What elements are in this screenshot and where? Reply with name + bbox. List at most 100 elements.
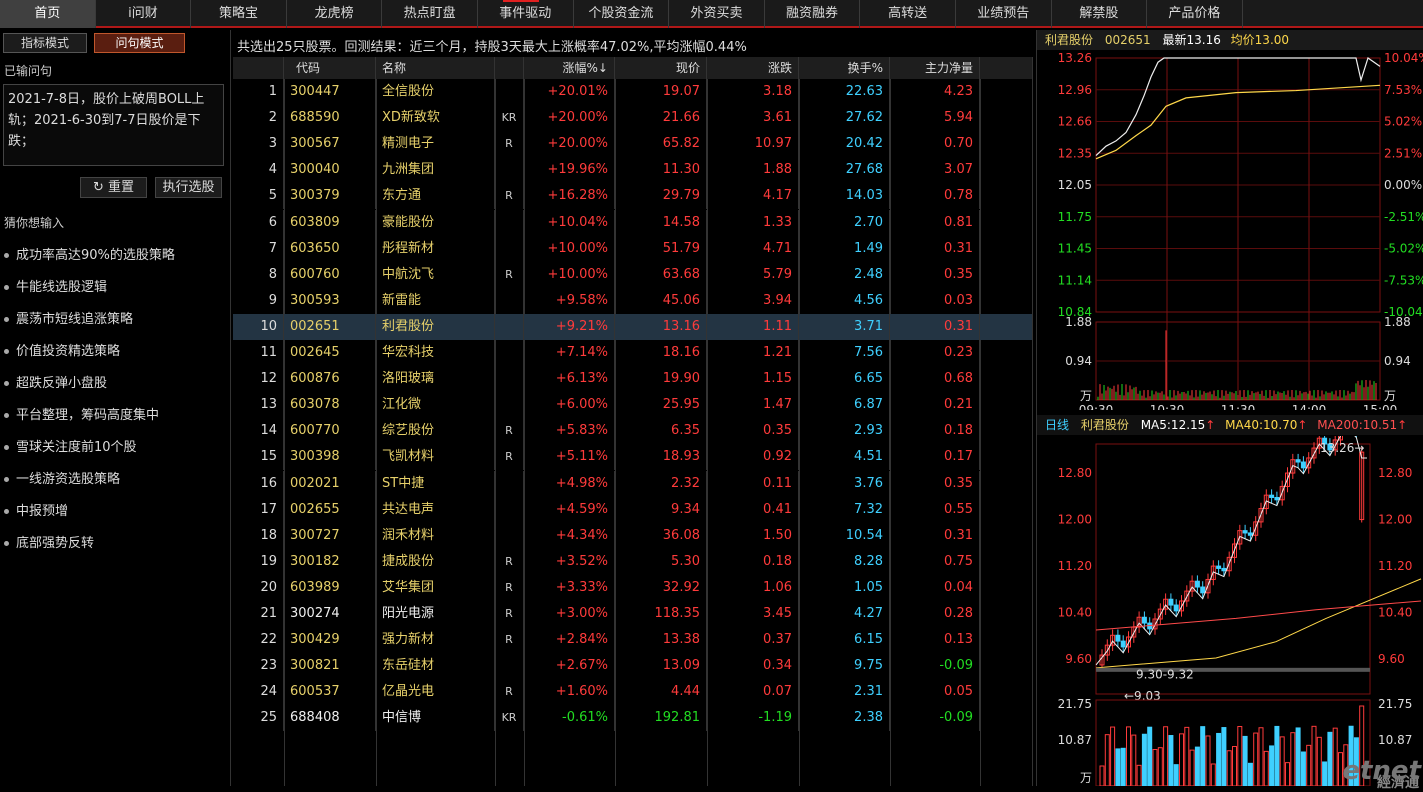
nav-tab-12[interactable]: 产品价格: [1147, 0, 1243, 28]
suggestion-item[interactable]: 一线游资选股策略: [4, 468, 120, 487]
table-row[interactable]: 13 603078 江化微 +6.00% 25.95 1.47 6.87 0.21: [233, 392, 1033, 419]
suggestion-item[interactable]: 价值投资精选策略: [4, 340, 120, 359]
suggestion-item[interactable]: 牛能线选股逻辑: [4, 276, 107, 295]
price-tick: 12.05: [1058, 178, 1092, 192]
cell-col-3: R: [495, 418, 524, 445]
cell-col-0: 20: [233, 574, 284, 601]
table-row[interactable]: 21 300274 阳光电源 R +3.00% 118.35 3.45 4.27 0.28: [233, 601, 1033, 627]
column-header[interactable]: 主力净量: [890, 57, 980, 79]
nav-tab-8[interactable]: 融资融券: [765, 0, 861, 28]
daily-volume-bar: [1316, 736, 1322, 786]
candle-body: [1242, 530, 1248, 534]
table-row[interactable]: 14 600770 综艺股份 R +5.83% 6.35 0.35 2.93 0.18: [233, 418, 1033, 445]
nav-tab-4[interactable]: 热点盯盘: [382, 0, 478, 28]
suggestion-text: 底部强势反转: [16, 536, 95, 551]
daily-volume-bar: [1285, 762, 1290, 786]
table-row[interactable]: 19 300182 捷成股份 R +3.52% 5.30 0.18 8.28 0.75: [233, 548, 1033, 575]
daily-volume-bar: [1300, 751, 1306, 786]
cell-col-2: 共达电声: [376, 496, 495, 523]
table-row[interactable]: 8 600760 中航沈飞 R +10.00% 63.68 5.79 2.48 0.35: [233, 261, 1033, 288]
cell-col-4: +5.83%: [524, 418, 615, 445]
column-header[interactable]: 现价: [615, 57, 707, 79]
daily-kline-chart[interactable]: 12.80 12.80 12.00 12.00 11.20 11.20 10.40 10.40…: [1037, 436, 1423, 786]
cell-col-3: R: [495, 574, 524, 601]
query-textbox[interactable]: 2021-7-8日，股价上破周BOLL上轨；2021-6-30到7-7日股价是下…: [3, 84, 224, 166]
table-row[interactable]: 9 300593 新雷能 +9.58% 45.06 3.94 4.56 0.03: [233, 287, 1033, 314]
table-row[interactable]: 15 300398 飞凯材料 R +5.11% 18.93 0.92 4.51 0.17: [233, 444, 1033, 471]
cell-col-8: 5.94: [890, 105, 980, 132]
nav-tab-0[interactable]: 首页: [0, 0, 96, 28]
cell-col-8: -0.09: [890, 705, 980, 732]
table-row[interactable]: 10 002651 利君股份 +9.21% 13.16 1.11 3.71 0.31: [233, 313, 1033, 340]
table-row[interactable]: 25 688408 中信博 KR -0.61% 192.81 -1.19 2.38 -0.09: [233, 705, 1033, 732]
table-row[interactable]: 20 603989 艾华集团 R +3.33% 32.92 1.06 1.05 0.04: [233, 574, 1033, 601]
table-row[interactable]: 18 300727 润禾材料 +4.34% 36.08 1.50 10.54 0.31: [233, 522, 1033, 549]
column-header[interactable]: 名称: [376, 57, 495, 79]
suggestion-item[interactable]: 平台整理，筹码高度集中: [4, 404, 159, 423]
suggestion-text: 雪球关注度前10个股: [16, 440, 137, 455]
candle-body: [1141, 616, 1147, 624]
daily-volume-bar: [1157, 747, 1163, 786]
cell-col-7: 9.75: [799, 653, 890, 680]
reset-button[interactable]: ↻ 重置: [80, 177, 147, 198]
table-row[interactable]: 6 603809 豪能股份 +10.04% 14.58 1.33 2.70 0.81: [233, 209, 1033, 236]
column-header[interactable]: 涨跌: [707, 57, 799, 79]
table-row[interactable]: 3 300567 精测电子 R +20.00% 65.82 10.97 20.42 0.70: [233, 131, 1033, 158]
suggestion-text: 平台整理，筹码高度集中: [16, 408, 160, 423]
nav-tab-6[interactable]: 个股资金流: [574, 0, 670, 28]
table-row[interactable]: 17 002655 共达电声 +4.59% 9.34 0.41 7.32 0.55: [233, 496, 1033, 523]
indicator-mode-button[interactable]: 指标模式: [3, 33, 87, 53]
column-header[interactable]: 代码: [284, 57, 376, 79]
nav-tab-7[interactable]: 外资买卖: [669, 0, 765, 28]
nav-tab-10[interactable]: 业绩预告: [956, 0, 1052, 28]
intraday-chart[interactable]: 13.26 10.04% 12.96 7.53% 12.66 5.02% 12.35 2.51…: [1037, 50, 1423, 410]
cell-col-4: +6.00%: [524, 392, 615, 419]
table-row[interactable]: 23 300821 东岳硅材 +2.67% 13.09 0.34 9.75 -0.09: [233, 653, 1033, 680]
table-row[interactable]: 2 688590 XD新致软 KR +20.00% 21.66 3.61 27.62 5.94: [233, 105, 1033, 132]
table-row[interactable]: 16 002021 ST中捷 +4.98% 2.32 0.11 3.76 0.35: [233, 470, 1033, 497]
daily-volume-bar: [1221, 727, 1227, 786]
candle-body: [1120, 640, 1126, 648]
run-selection-button[interactable]: 执行选股: [155, 177, 222, 198]
column-header[interactable]: [495, 57, 524, 79]
column-header[interactable]: 换手%: [799, 57, 890, 79]
nav-tab-2[interactable]: 策略宝: [191, 0, 287, 28]
table-row[interactable]: 12 600876 洛阳玻璃 +6.13% 19.90 1.15 6.65 0.68: [233, 366, 1033, 393]
cell-col-1: 300398: [284, 444, 376, 471]
daily-price-tick: 10.40: [1058, 606, 1092, 620]
pct-tick: -5.02%: [1384, 242, 1423, 256]
column-header[interactable]: 涨幅%↓: [524, 57, 615, 79]
table-row[interactable]: 24 600537 亿晶光电 R +1.60% 4.44 0.07 2.31 0.05: [233, 679, 1033, 706]
question-mode-button[interactable]: 问句模式: [94, 33, 185, 53]
bullet-icon: [4, 541, 9, 546]
suggestion-item[interactable]: 成功率高达90%的选股策略: [4, 244, 175, 263]
daily-volume-bar: [1216, 732, 1222, 786]
cell-col-0: 2: [233, 105, 284, 132]
cell-col-4: +7.14%: [524, 340, 615, 366]
table-row[interactable]: 5 300379 东方通 R +16.28% 29.79 4.17 14.03 0.78: [233, 183, 1033, 210]
table-row[interactable]: 11 002645 华宏科技 +7.14% 18.16 1.21 7.56 0.23: [233, 340, 1033, 366]
suggestion-item[interactable]: 震荡市短线追涨策略: [4, 308, 133, 327]
nav-tab-11[interactable]: 解禁股: [1052, 0, 1148, 28]
nav-tab-1[interactable]: i问财: [96, 0, 192, 28]
nav-tab-3[interactable]: 龙虎榜: [287, 0, 383, 28]
suggestion-item[interactable]: 底部强势反转: [4, 532, 94, 551]
cell-col-7: 2.48: [799, 261, 890, 288]
cell-col-4: +2.84%: [524, 627, 615, 654]
cell-col-5: 51.79: [615, 235, 707, 262]
nav-tab-9[interactable]: 高转送: [860, 0, 956, 28]
candle-body: [1274, 496, 1280, 501]
cell-col-5: 32.92: [615, 574, 707, 601]
table-row[interactable]: 4 300040 九洲集团 +19.96% 11.30 1.88 27.68 3.07: [233, 157, 1033, 184]
table-row[interactable]: 7 603650 彤程新材 +10.00% 51.79 4.71 1.49 0.31: [233, 235, 1033, 262]
table-row[interactable]: 22 300429 强力新材 R +2.84% 13.38 0.37 6.15 0.13: [233, 627, 1033, 654]
suggestion-item[interactable]: 雪球关注度前10个股: [4, 436, 137, 455]
suggestion-item[interactable]: 中报预增: [4, 500, 68, 519]
nav-tab-5[interactable]: 事件驱动: [478, 0, 574, 28]
table-row[interactable]: 1 300447 全信股份 +20.01% 19.07 3.18 22.63 4.23: [233, 79, 1033, 105]
suggestion-item[interactable]: 超跌反弹小盘股: [4, 372, 107, 391]
cell-col-8: 0.17: [890, 444, 980, 471]
daily-volume-bar: [1147, 726, 1153, 786]
cell-col-2: 阳光电源: [376, 601, 495, 627]
cell-col-3: [495, 392, 524, 419]
